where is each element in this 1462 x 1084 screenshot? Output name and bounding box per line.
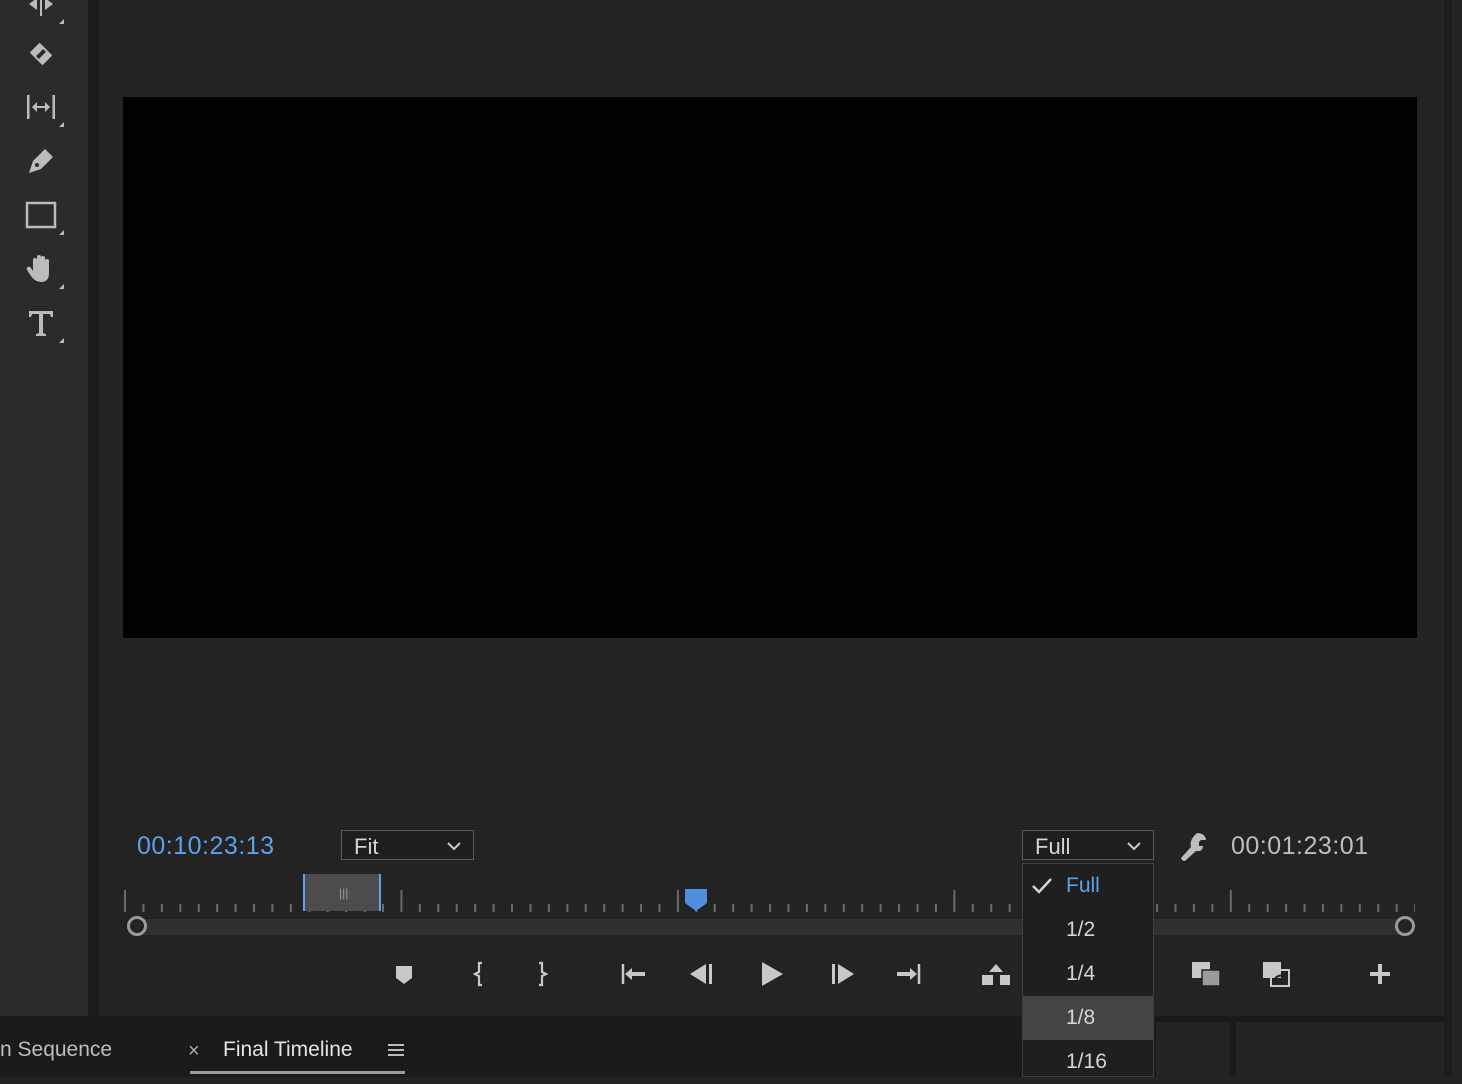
lift-button[interactable]	[978, 956, 1014, 992]
resolution-option[interactable]: Full	[1023, 864, 1153, 908]
panel-divider[interactable]	[88, 0, 98, 1016]
zoom-handle-end[interactable]	[1395, 916, 1415, 936]
resolution-option[interactable]: 1/4	[1023, 952, 1153, 996]
track-select-tool-icon	[29, 0, 53, 16]
step-forward-icon	[832, 964, 854, 984]
lift-icon	[982, 964, 1010, 985]
overwrite-button[interactable]	[1258, 956, 1294, 992]
type-tool-icon	[29, 311, 53, 336]
lower-panel	[1156, 1022, 1230, 1077]
duration-timecode: 00:01:23:01	[1231, 832, 1369, 860]
slip-tool[interactable]	[16, 85, 66, 129]
resolution-option-label: 1/16	[1066, 1050, 1107, 1073]
hand-tool-icon	[26, 255, 49, 282]
overwrite-icon	[1263, 962, 1290, 987]
play-icon	[762, 962, 783, 986]
go-to-out-button[interactable]	[891, 956, 927, 992]
active-tab-indicator	[190, 1071, 405, 1074]
pen-tool[interactable]	[16, 139, 66, 183]
zoom-level-value: Fit	[354, 834, 379, 859]
rectangle-tool-icon	[25, 201, 57, 229]
go-to-in-button[interactable]	[615, 956, 651, 992]
resolution-option-label: 1/8	[1066, 1006, 1096, 1029]
range-grip-icon: |||	[339, 886, 349, 900]
plus-icon	[1370, 964, 1390, 984]
insert-button[interactable]	[1188, 956, 1224, 992]
playback-resolution-select[interactable]: Full	[1022, 830, 1154, 860]
tab-final-timeline[interactable]: Final Timeline	[223, 1038, 353, 1062]
chevron-down-icon	[1127, 842, 1141, 851]
razor-tool[interactable]	[16, 32, 66, 76]
mark-out-icon	[539, 961, 549, 987]
tab-sequence[interactable]: n Sequence	[0, 1038, 112, 1062]
button-editor-add-button[interactable]	[1362, 956, 1398, 992]
mark-out-button[interactable]	[524, 956, 560, 992]
video-preview[interactable]	[123, 97, 1417, 638]
resolution-option[interactable]: 1/16	[1023, 1040, 1153, 1084]
right-panel-edge	[1452, 0, 1462, 1077]
checkmark-icon	[1032, 878, 1052, 894]
resolution-option-label: 1/2	[1066, 918, 1096, 941]
resolution-option[interactable]: 1/8	[1023, 996, 1153, 1040]
zoom-level-select[interactable]: Fit	[341, 830, 474, 860]
zoom-scroll-bar[interactable]	[137, 919, 1405, 935]
step-forward-button[interactable]	[824, 956, 860, 992]
slip-tool-icon	[27, 95, 55, 119]
rectangle-tool[interactable]	[16, 193, 66, 237]
wrench-settings-icon[interactable]	[1177, 830, 1209, 862]
in-out-range[interactable]: |||	[303, 874, 381, 911]
type-tool[interactable]	[16, 301, 66, 345]
marker-icon	[396, 966, 412, 984]
razor-tool-icon	[30, 43, 52, 65]
panel-menu-icon[interactable]	[387, 1041, 405, 1059]
tools-panel	[0, 0, 88, 1016]
pen-tool-icon	[29, 149, 53, 173]
add-marker-button[interactable]	[386, 956, 422, 992]
lower-panel-right	[1230, 1022, 1444, 1077]
resolution-option-label: Full	[1066, 874, 1100, 897]
mark-in-button[interactable]	[461, 956, 497, 992]
playhead[interactable]	[684, 887, 708, 913]
insert-icon	[1192, 962, 1221, 987]
playback-resolution-menu: Full 1/2 1/4 1/8 1/16	[1022, 863, 1154, 1077]
resolution-option[interactable]: 1/2	[1023, 908, 1153, 952]
go-to-in-icon	[621, 964, 645, 984]
track-select-tool[interactable]	[16, 0, 66, 26]
playback-resolution-value: Full	[1035, 834, 1071, 859]
step-back-button[interactable]	[684, 956, 720, 992]
mark-in-icon	[472, 961, 482, 987]
play-button[interactable]	[753, 956, 789, 992]
current-timecode[interactable]: 00:10:23:13	[137, 832, 275, 861]
hand-tool[interactable]	[16, 247, 66, 291]
close-tab-icon[interactable]: ×	[188, 1040, 200, 1063]
step-back-icon	[690, 964, 712, 984]
zoom-handle-start[interactable]	[127, 916, 147, 936]
go-to-out-icon	[897, 964, 921, 984]
resolution-option-label: 1/4	[1066, 962, 1096, 985]
chevron-down-icon	[447, 842, 461, 851]
